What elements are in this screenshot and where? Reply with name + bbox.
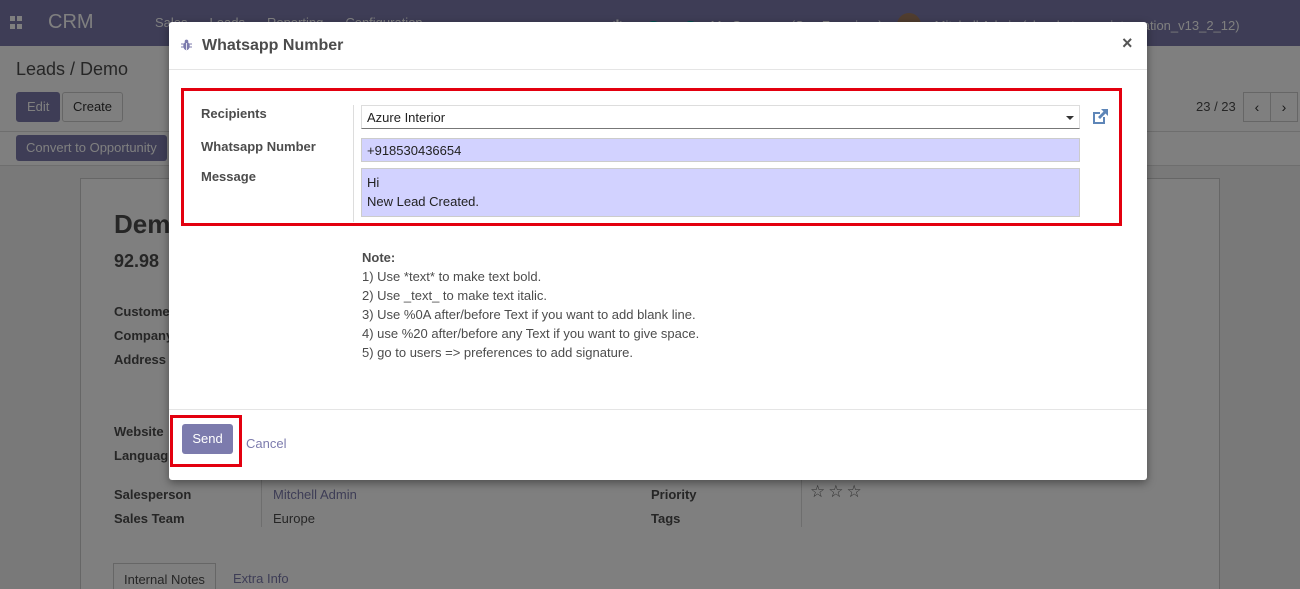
message-textarea[interactable]: Hi New Lead Created. [361,168,1080,217]
note-line: 2) Use _text_ to make text italic. [362,288,547,303]
dialog-header: Whatsapp Number × [169,22,1147,70]
recipients-select[interactable]: Azure Interior [361,105,1080,129]
close-icon[interactable]: × [1122,34,1133,52]
dialog-title: Whatsapp Number [202,37,344,54]
message-label: Message [201,169,256,184]
note-line: 4) use %20 after/before any Text if you … [362,326,700,341]
caret-down-icon [1066,116,1074,120]
highlighted-form-area: Recipients Azure Interior Whatsapp Numbe… [181,88,1122,226]
cancel-button[interactable]: Cancel [246,436,286,451]
recipients-label: Recipients [201,106,267,121]
bug-icon [181,39,192,51]
dialog-footer: Send Cancel [169,409,1147,480]
note-line: 3) Use %0A after/before Text if you want… [362,307,696,322]
note-line: 5) go to users => preferences to add sig… [362,345,634,360]
recipients-value: Azure Interior [367,110,446,125]
note-title: Note: [362,250,396,265]
whatsapp-number-label: Whatsapp Number [201,139,316,154]
external-link-icon[interactable] [1090,107,1110,127]
whatsapp-number-input[interactable]: +918530436654 [361,138,1080,162]
note-line: 1) Use *text* to make text bold. [362,269,542,284]
formatting-note: Note: 1) Use *text* to make text bold. 2… [362,248,699,362]
label-separator [353,105,354,222]
send-button[interactable]: Send [182,424,233,454]
whatsapp-dialog: Whatsapp Number × Recipients Azure Inter… [169,22,1147,480]
